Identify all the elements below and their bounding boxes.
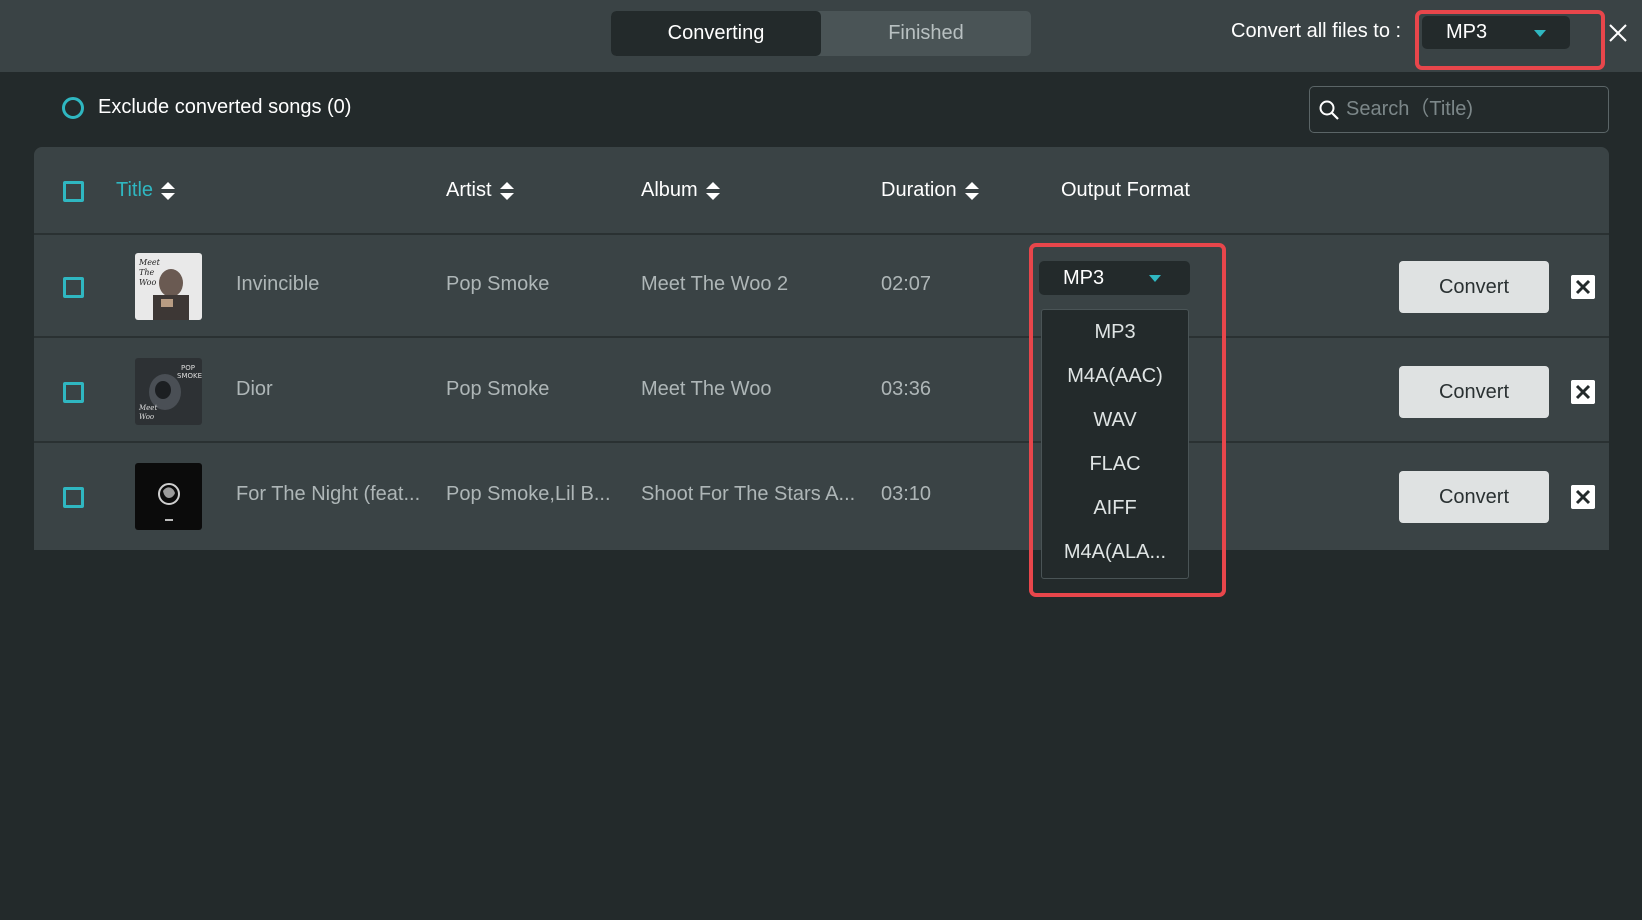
song-album: Meet The Woo 2 — [641, 273, 789, 295]
column-header-artist[interactable]: Artist — [446, 179, 514, 202]
delete-icon[interactable] — [1571, 485, 1595, 509]
delete-icon[interactable] — [1571, 380, 1595, 404]
column-output-format-label: Output Format — [1061, 179, 1190, 201]
song-artist: Pop Smoke — [446, 378, 550, 400]
search-input[interactable] — [1346, 98, 1606, 121]
convert-all-select[interactable]: MP3 — [1422, 16, 1570, 49]
table-row[interactable]: Meet The Woo Invincible Pop Smoke Meet T… — [34, 235, 1609, 338]
song-album: Shoot For The Stars A... — [641, 483, 856, 505]
svg-text:Meet: Meet — [138, 258, 161, 267]
album-art: POP SMOKE Meet Woo — [135, 358, 202, 425]
format-option-m4a-alac[interactable]: M4A(ALA... — [1042, 530, 1188, 574]
exclude-radio[interactable] — [62, 96, 84, 119]
column-header-title[interactable]: Title — [116, 179, 176, 202]
column-header-duration[interactable]: Duration — [881, 179, 979, 202]
song-duration: 03:10 — [881, 483, 932, 505]
song-title: For The Night (feat... — [236, 483, 421, 505]
convert-all-value: MP3 — [1446, 21, 1488, 43]
select-all-checkbox[interactable] — [63, 181, 84, 202]
song-table: Title Artist Album Duration Output Forma… — [34, 147, 1609, 550]
table-row[interactable]: For The Night (feat... Pop Smoke,Lil B..… — [34, 445, 1609, 548]
svg-text:POP: POP — [181, 364, 195, 372]
table-header: Title Artist Album Duration Output Forma… — [34, 147, 1609, 235]
convert-all-label: Convert all files to : — [1231, 20, 1402, 42]
search-box[interactable] — [1309, 86, 1609, 133]
song-title: Dior — [236, 378, 273, 400]
row-checkbox[interactable] — [63, 277, 84, 298]
tab-group: Converting Finished — [611, 11, 1031, 56]
sort-icon — [499, 181, 514, 200]
format-option-flac[interactable]: FLAC — [1042, 442, 1188, 486]
svg-text:The: The — [139, 268, 154, 277]
chevron-down-icon — [1534, 30, 1546, 37]
column-header-output-format: Output Format — [1061, 179, 1190, 202]
exclude-converted-toggle[interactable]: Exclude converted songs (0) — [62, 96, 351, 119]
search-icon — [1319, 100, 1339, 120]
row-checkbox[interactable] — [63, 487, 84, 508]
song-title: Invincible — [236, 273, 320, 295]
column-album-label: Album — [641, 179, 698, 201]
convert-button[interactable]: Convert — [1399, 471, 1549, 523]
top-bar: Converting Finished Convert all files to… — [0, 0, 1642, 72]
format-option-mp3[interactable]: MP3 — [1042, 310, 1188, 354]
column-duration-label: Duration — [881, 179, 957, 201]
exclude-label: Exclude converted songs (0) — [98, 96, 352, 118]
song-artist: Pop Smoke,Lil B... — [446, 483, 611, 505]
convert-button[interactable]: Convert — [1399, 261, 1549, 313]
sort-icon — [964, 181, 979, 200]
album-art: Meet The Woo — [135, 253, 202, 320]
svg-text:Woo: Woo — [139, 413, 154, 421]
table-row[interactable]: POP SMOKE Meet Woo Dior Pop Smoke Meet T… — [34, 340, 1609, 443]
column-artist-label: Artist — [446, 179, 492, 201]
format-option-wav[interactable]: WAV — [1042, 398, 1188, 442]
song-album: Meet The Woo — [641, 378, 772, 400]
song-duration: 02:07 — [881, 273, 932, 295]
tab-converting[interactable]: Converting — [611, 11, 821, 56]
row-checkbox[interactable] — [63, 382, 84, 403]
format-option-m4a-aac[interactable]: M4A(AAC) — [1042, 354, 1188, 398]
album-art — [135, 463, 202, 530]
delete-icon[interactable] — [1571, 275, 1595, 299]
column-title-label: Title — [116, 179, 154, 201]
close-icon[interactable] — [1607, 22, 1629, 44]
convert-button[interactable]: Convert — [1399, 366, 1549, 418]
column-header-album[interactable]: Album — [641, 179, 720, 202]
format-dropdown-menu: MP3 M4A(AAC) WAV FLAC AIFF M4A(ALA... — [1041, 309, 1189, 579]
svg-text:SMOKE: SMOKE — [177, 372, 202, 380]
song-artist: Pop Smoke — [446, 273, 550, 295]
sort-icon — [705, 181, 720, 200]
format-option-aiff[interactable]: AIFF — [1042, 486, 1188, 530]
song-duration: 03:36 — [881, 378, 932, 400]
svg-text:Meet: Meet — [138, 404, 157, 412]
tab-finished[interactable]: Finished — [821, 11, 1031, 56]
svg-text:Woo: Woo — [139, 278, 156, 287]
sort-icon — [161, 181, 176, 200]
